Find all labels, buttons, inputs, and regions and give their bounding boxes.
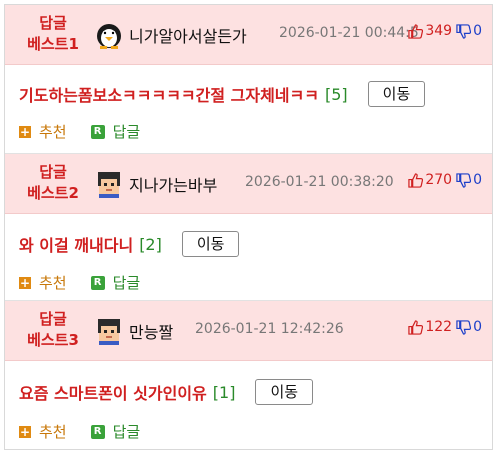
- post-title-row: 기도하는폼보소ㅋㅋㅋㅋㅋ간절 그자체네ㅋㅋ [5] 이동: [19, 81, 426, 107]
- rank-badge: 답글 베스트2: [17, 162, 89, 204]
- reply-button[interactable]: R 답글: [90, 121, 141, 142]
- pixel-boy-icon[interactable]: [95, 317, 123, 345]
- move-button[interactable]: 이동: [181, 231, 240, 257]
- recommend-label: 추천: [39, 423, 67, 441]
- best-replies-panel: 답글 베스트1 니가알아서살든가 2026-01-21 00:44:5 349: [4, 4, 493, 450]
- downvote-count: 0: [473, 23, 482, 39]
- post-title[interactable]: 기도하는폼보소ㅋㅋㅋㅋㅋ간절 그자체네ㅋㅋ: [19, 82, 319, 106]
- post-date: 2026-01-21 12:42:26: [195, 321, 344, 337]
- best-reply-card-2: 답글 베스트2 지나가는바부 2026-01-21 00:38:20 270 0…: [5, 154, 492, 300]
- action-row: + 추천 R 답글: [19, 121, 140, 142]
- card-header: 답글 베스트1 니가알아서살든가 2026-01-21 00:44:5 349: [5, 5, 492, 65]
- thumbs-up-icon[interactable]: [408, 172, 424, 188]
- vote-box: 270 0: [408, 172, 482, 188]
- reply-icon: R: [90, 424, 105, 439]
- thumbs-down-icon[interactable]: [456, 172, 472, 188]
- upvote-count: 270: [425, 172, 453, 188]
- thumbs-up-icon[interactable]: [408, 319, 424, 335]
- post-title-row: 와 이걸 깨내다니 [2] 이동: [19, 231, 240, 257]
- card-header: 답글 베스트2 지나가는바부 2026-01-21 00:38:20 270 0: [5, 154, 492, 214]
- post-title[interactable]: 요즘 스마트폰이 싯가인이유: [19, 380, 207, 404]
- nickname[interactable]: 만능짤: [129, 319, 173, 343]
- rank-line-2: 베스트3: [27, 331, 79, 349]
- reply-button[interactable]: R 답글: [90, 272, 141, 293]
- rank-line-2: 베스트2: [27, 184, 79, 202]
- upvote-count: 349: [425, 23, 453, 39]
- action-row: + 추천 R 답글: [19, 421, 140, 442]
- rank-line-2: 베스트1: [27, 35, 79, 53]
- reply-count: [2]: [139, 234, 162, 254]
- rank-line-1: 답글: [39, 14, 67, 32]
- reply-label: 답글: [112, 423, 141, 441]
- penguin-icon[interactable]: [95, 21, 123, 49]
- reply-count: [5]: [324, 84, 348, 104]
- reply-button[interactable]: R 답글: [90, 421, 141, 442]
- thumbs-down-icon[interactable]: [456, 23, 472, 39]
- vote-box: 349 0: [408, 23, 482, 39]
- best-reply-card-1: 답글 베스트1 니가알아서살든가 2026-01-21 00:44:5 349: [5, 5, 492, 153]
- nickname[interactable]: 니가알아서살든가: [129, 23, 247, 47]
- action-row: + 추천 R 답글: [19, 272, 140, 293]
- pixel-boy-icon[interactable]: [95, 170, 123, 198]
- post-date: 2026-01-21 00:38:20: [245, 174, 394, 190]
- rank-badge: 답글 베스트3: [17, 309, 89, 351]
- recommend-label: 추천: [39, 123, 67, 141]
- plus-icon: +: [19, 424, 31, 439]
- rank-line-1: 답글: [39, 163, 67, 181]
- best-reply-card-3: 답글 베스트3 만능짤 2026-01-21 12:42:26 122 0 요즘…: [5, 301, 492, 451]
- recommend-button[interactable]: + 추천: [19, 421, 67, 442]
- nickname[interactable]: 지나가는바부: [129, 172, 217, 196]
- reply-label: 답글: [112, 274, 141, 292]
- rank-line-1: 답글: [39, 310, 67, 328]
- rank-badge: 답글 베스트1: [17, 13, 89, 55]
- post-title[interactable]: 와 이걸 깨내다니: [19, 232, 133, 256]
- post-date: 2026-01-21 00:44:5: [279, 25, 419, 41]
- recommend-label: 추천: [39, 274, 67, 292]
- plus-icon: +: [19, 275, 31, 290]
- move-button[interactable]: 이동: [255, 379, 314, 405]
- recommend-button[interactable]: + 추천: [19, 272, 67, 293]
- plus-icon: +: [19, 124, 31, 139]
- move-button[interactable]: 이동: [367, 81, 426, 107]
- vote-box: 122 0: [408, 319, 482, 335]
- reply-icon: R: [90, 275, 105, 290]
- reply-icon: R: [90, 124, 105, 139]
- reply-label: 답글: [112, 123, 141, 141]
- recommend-button[interactable]: + 추천: [19, 121, 67, 142]
- card-header: 답글 베스트3 만능짤 2026-01-21 12:42:26 122 0: [5, 301, 492, 361]
- post-title-row: 요즘 스마트폰이 싯가인이유 [1] 이동: [19, 379, 314, 405]
- thumbs-up-icon[interactable]: [408, 23, 424, 39]
- downvote-count: 0: [473, 319, 482, 335]
- reply-count: [1]: [212, 382, 236, 402]
- upvote-count: 122: [425, 319, 453, 335]
- thumbs-down-icon[interactable]: [456, 319, 472, 335]
- downvote-count: 0: [473, 172, 482, 188]
